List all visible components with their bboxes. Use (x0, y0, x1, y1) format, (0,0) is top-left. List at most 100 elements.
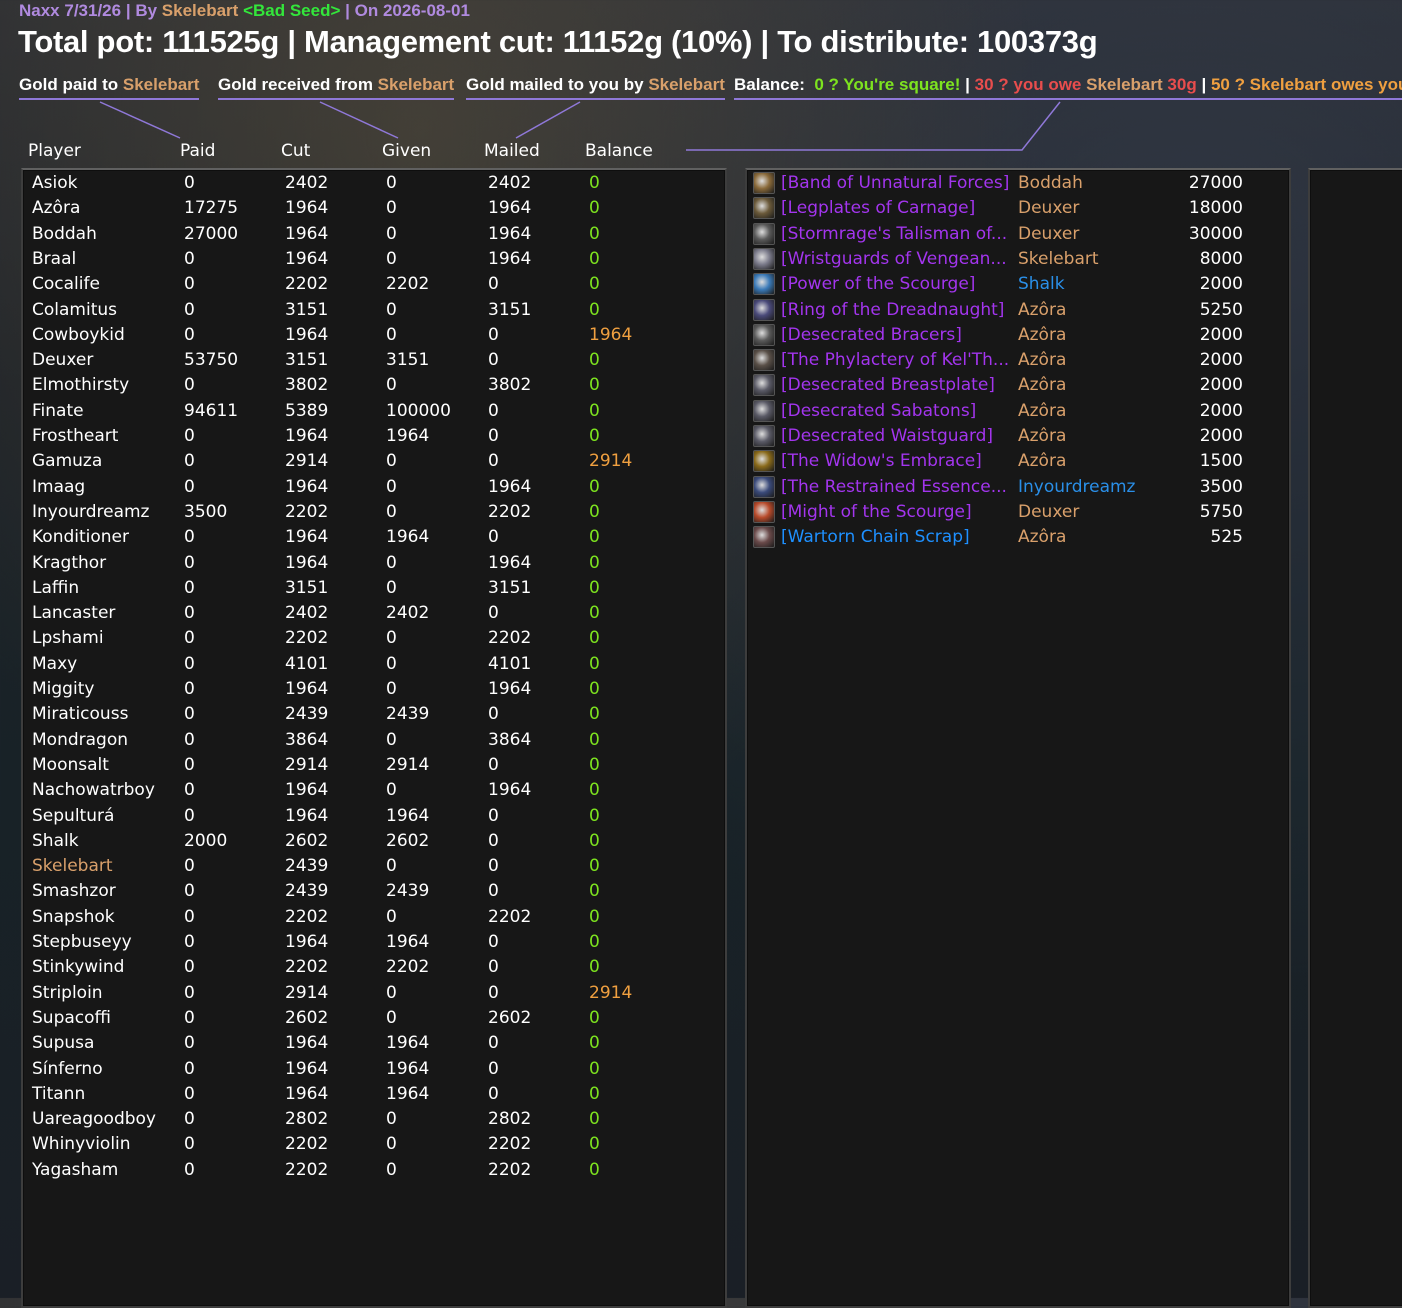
table-row[interactable]: Moonsalt 0 2914 2914 0 0 (0, 753, 720, 778)
item-link[interactable]: [Wartorn Chain Scrap] (781, 525, 970, 550)
item-link[interactable]: [Might of the Scourge] (781, 500, 972, 525)
column-mailed[interactable]: Mailed (484, 141, 540, 161)
item-link[interactable]: [The Widow's Embrace] (781, 449, 982, 474)
column-balance[interactable]: Balance (585, 141, 653, 161)
loot-item-row[interactable]: [Wristguards of Vengean... Skelebart 8000 (750, 247, 1280, 272)
scourge-token-icon[interactable] (753, 500, 775, 523)
column-player[interactable]: Player (28, 141, 81, 161)
item-link[interactable]: [Desecrated Breastplate] (781, 373, 995, 398)
item-link[interactable]: [Desecrated Sabatons] (781, 399, 976, 424)
table-row[interactable]: Elmothirsty 0 3802 0 3802 0 (0, 373, 720, 398)
table-row[interactable]: Nachowatrboy 0 1964 0 1964 0 (0, 778, 720, 803)
item-link[interactable]: [Ring of the Dreadnaught] (781, 298, 1004, 323)
item-winner: Azôra (1018, 426, 1067, 446)
table-row[interactable]: Maxy 0 4101 0 4101 0 (0, 652, 720, 677)
item-link[interactable]: [Power of the Scourge] (781, 272, 975, 297)
table-row[interactable]: Mondragon 0 3864 0 3864 0 (0, 728, 720, 753)
table-row[interactable]: Stepbuseyy 0 1964 1964 0 0 (0, 930, 720, 955)
mailed-value: 0 (488, 350, 499, 371)
table-row[interactable]: Deuxer 53750 3151 3151 0 0 (0, 348, 720, 373)
loot-item-row[interactable]: [Stormrage's Talisman of... Deuxer 30000 (750, 222, 1280, 247)
table-row[interactable]: Imaag 0 1964 0 1964 0 (0, 475, 720, 500)
essence-icon[interactable] (753, 475, 775, 498)
table-row[interactable]: Smashzor 0 2439 2439 0 0 (0, 879, 720, 904)
chain-scrap-icon[interactable] (753, 526, 775, 549)
ring-icon[interactable] (753, 298, 775, 321)
column-cut[interactable]: Cut (281, 141, 310, 161)
loot-item-row[interactable]: [Desecrated Sabatons] Azôra 2000 (750, 399, 1280, 424)
table-row[interactable]: Supusa 0 1964 1964 0 0 (0, 1031, 720, 1056)
scourge-token-icon[interactable] (753, 273, 775, 296)
table-row[interactable]: Lancaster 0 2402 2402 0 0 (0, 601, 720, 626)
table-row[interactable]: Konditioner 0 1964 1964 0 0 (0, 525, 720, 550)
loot-item-row[interactable]: [Desecrated Breastplate] Azôra 2000 (750, 373, 1280, 398)
table-row[interactable]: Miraticouss 0 2439 2439 0 0 (0, 702, 720, 727)
table-row[interactable]: Supacoffi 0 2602 0 2602 0 (0, 1006, 720, 1031)
table-row[interactable]: Asiok 0 2402 0 2402 0 (0, 171, 720, 196)
table-row[interactable]: Cowboykid 0 1964 0 0 1964 (0, 323, 720, 348)
table-row[interactable]: Cocalife 0 2202 2202 0 0 (0, 272, 720, 297)
table-row[interactable]: Snapshok 0 2202 0 2202 0 (0, 905, 720, 930)
item-link[interactable]: [Legplates of Carnage] (781, 196, 975, 221)
paid-value: 0 (184, 1159, 195, 1180)
item-link[interactable]: [Stormrage's Talisman of... (781, 222, 1007, 247)
table-row[interactable]: Sínferno 0 1964 1964 0 0 (0, 1057, 720, 1082)
loot-item-row[interactable]: [The Restrained Essence... Inyourdreamz 35… (750, 475, 1280, 500)
item-link[interactable]: [Band of Unnatural Forces] (781, 171, 1009, 196)
table-row[interactable]: Gamuza 0 2914 0 0 2914 (0, 449, 720, 474)
mailed-value: 0 (488, 603, 499, 624)
phylactery-icon[interactable] (753, 349, 775, 372)
loot-item-row[interactable]: [Band of Unnatural Forces] Boddah 27000 (750, 171, 1280, 196)
loot-item-row[interactable]: [The Widow's Embrace] Azôra 1500 (750, 449, 1280, 474)
table-row[interactable]: Titann 0 1964 1964 0 0 (0, 1082, 720, 1107)
table-row[interactable]: Whinyviolin 0 2202 0 2202 0 (0, 1132, 720, 1157)
sabatons-icon[interactable] (753, 399, 775, 422)
table-row[interactable]: Shalk 2000 2602 2602 0 0 (0, 829, 720, 854)
table-row[interactable]: Stinkywind 0 2202 2202 0 0 (0, 955, 720, 980)
given-value: 0 (386, 173, 397, 193)
column-paid[interactable]: Paid (180, 141, 215, 161)
item-link[interactable]: [The Phylactery of Kel'Th... (781, 348, 1009, 373)
necklace-icon[interactable] (753, 222, 775, 245)
loot-item-row[interactable]: [Desecrated Waistguard] Azôra 2000 (750, 424, 1280, 449)
bracer-icon[interactable] (753, 247, 775, 270)
loot-item-row[interactable]: [Legplates of Carnage] Deuxer 18000 (750, 196, 1280, 221)
item-link[interactable]: [Wristguards of Vengean... (781, 247, 1007, 272)
item-link[interactable]: [The Restrained Essence... (781, 475, 1007, 500)
breastplate-icon[interactable] (753, 374, 775, 397)
column-given[interactable]: Given (382, 141, 431, 161)
table-row[interactable]: Skelebart 0 2439 0 0 0 (0, 854, 720, 879)
table-row[interactable]: Frostheart 0 1964 1964 0 0 (0, 424, 720, 449)
player-name: Sepulturá (32, 805, 115, 826)
given-value: 0 (386, 906, 397, 927)
item-link[interactable]: [Desecrated Bracers] (781, 323, 962, 348)
table-row[interactable]: Kragthor 0 1964 0 1964 0 (0, 551, 720, 576)
balance-value: 2914 (589, 982, 633, 1003)
table-row[interactable]: Inyourdreamz 3500 2202 0 2202 0 (0, 500, 720, 525)
item-link[interactable]: [Desecrated Waistguard] (781, 424, 993, 449)
table-row[interactable]: Striploin 0 2914 0 0 2914 (0, 981, 720, 1006)
table-row[interactable]: Yagasham 0 2202 0 2202 0 (0, 1158, 720, 1183)
table-row[interactable]: Braal 0 1964 0 1964 0 (0, 247, 720, 272)
embrace-icon[interactable] (753, 450, 775, 473)
table-row[interactable]: Laffin 0 3151 0 3151 0 (0, 576, 720, 601)
plate-legs-icon[interactable] (753, 197, 775, 220)
loot-item-row[interactable]: [Wartorn Chain Scrap] Azôra 525 (750, 525, 1280, 550)
loot-item-row[interactable]: [Might of the Scourge] Deuxer 5750 (750, 500, 1280, 525)
table-row[interactable]: Azôra 17275 1964 0 1964 0 (0, 196, 720, 221)
ring-icon[interactable] (753, 172, 775, 194)
table-row[interactable]: Colamitus 0 3151 0 3151 0 (0, 298, 720, 323)
loot-item-row[interactable]: [The Phylactery of Kel'Th... Azôra 2000 (750, 348, 1280, 373)
table-row[interactable]: Uareagoodboy 0 2802 0 2802 0 (0, 1107, 720, 1132)
waistguard-icon[interactable] (753, 425, 775, 447)
table-row[interactable]: Lpshami 0 2202 0 2202 0 (0, 626, 720, 651)
table-row[interactable]: Finate 94611 5389 100000 0 0 (0, 399, 720, 424)
loot-item-row[interactable]: [Power of the Scourge] Shalk 2000 (750, 272, 1280, 297)
table-row[interactable]: Sepulturá 0 1964 1964 0 0 (0, 804, 720, 829)
mailed-value: 0 (488, 856, 499, 877)
table-row[interactable]: Boddah 27000 1964 0 1964 0 (0, 222, 720, 247)
loot-item-row[interactable]: [Ring of the Dreadnaught] Azôra 5250 (750, 298, 1280, 323)
table-row[interactable]: Miggity 0 1964 0 1964 0 (0, 677, 720, 702)
bracer-icon[interactable] (753, 323, 775, 346)
loot-item-row[interactable]: [Desecrated Bracers] Azôra 2000 (750, 323, 1280, 348)
